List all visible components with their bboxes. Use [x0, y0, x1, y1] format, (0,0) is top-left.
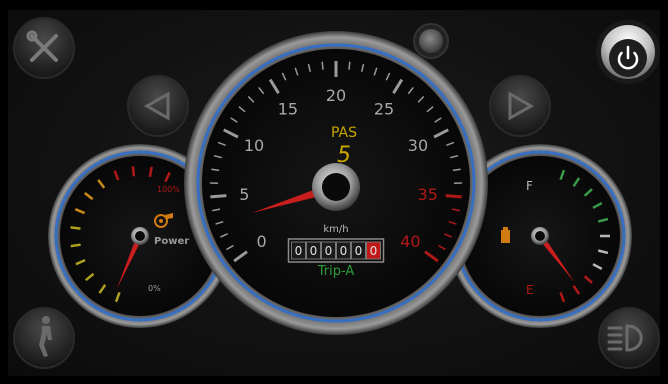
odometer-digit: 0: [310, 244, 318, 258]
speed-tick-label: 35: [418, 185, 438, 204]
speed-tick-label: 20: [326, 86, 346, 105]
speedometer: 0510152025303540 PAS 5 km/h 000000 Trip-…: [184, 31, 488, 335]
trip-label: Trip-A: [317, 264, 355, 279]
dashboard: 100% 0% Power F E 0 5 10 15 20 25 30 35 …: [0, 0, 668, 384]
speed-tick-label: 0: [256, 232, 266, 251]
odometer-digit: 0: [370, 244, 378, 258]
left-turn-signal-button[interactable]: [127, 75, 189, 137]
battery-full-label: F: [526, 179, 533, 193]
speed-tick: [210, 194, 227, 199]
speed-tick: [321, 61, 324, 70]
odometer: 000000: [287, 238, 385, 263]
power-tick: [148, 166, 153, 178]
odometer-digit: 0: [355, 244, 363, 258]
dashboard-graphics: 100% 0% Power F E 0510152025303540 PAS 5…: [13, 17, 660, 369]
pas-label: PAS: [331, 125, 357, 141]
power-max-label: 100%: [157, 185, 180, 194]
odometer-digit: 0: [325, 244, 333, 258]
power-min-label: 0%: [148, 284, 161, 293]
odometer-digit: 0: [340, 244, 348, 258]
power-tick: [131, 166, 136, 177]
battery-empty-label: E: [526, 283, 534, 297]
power-tick: [70, 243, 81, 248]
odometer-digit: 0: [295, 244, 303, 258]
speed-tick-label: 30: [408, 136, 428, 155]
status-light-icon: [419, 29, 443, 53]
power-gauge-hub-center: [135, 231, 145, 241]
power-button[interactable]: [596, 20, 660, 84]
walk-assist-button[interactable]: [13, 307, 75, 369]
headlight-button[interactable]: [598, 307, 660, 369]
battery-gauge-hub-center: [535, 231, 545, 241]
speed-tick-label: 15: [278, 100, 298, 119]
speedometer-hub-center: [322, 173, 350, 201]
status-light[interactable]: [413, 23, 449, 59]
speed-tick: [348, 61, 351, 70]
power-gauge-label: Power: [154, 236, 189, 247]
speed-unit: km/h: [323, 224, 348, 235]
settings-button[interactable]: [13, 17, 75, 79]
speed-tick-label: 40: [400, 232, 420, 251]
speed-tick-label: 5: [239, 185, 249, 204]
right-turn-signal-button[interactable]: [489, 75, 551, 137]
speed-tick-label: 25: [374, 100, 394, 119]
power-tick: [70, 226, 81, 230]
speed-tick-label: 10: [244, 136, 264, 155]
speed-tick: [445, 194, 462, 199]
